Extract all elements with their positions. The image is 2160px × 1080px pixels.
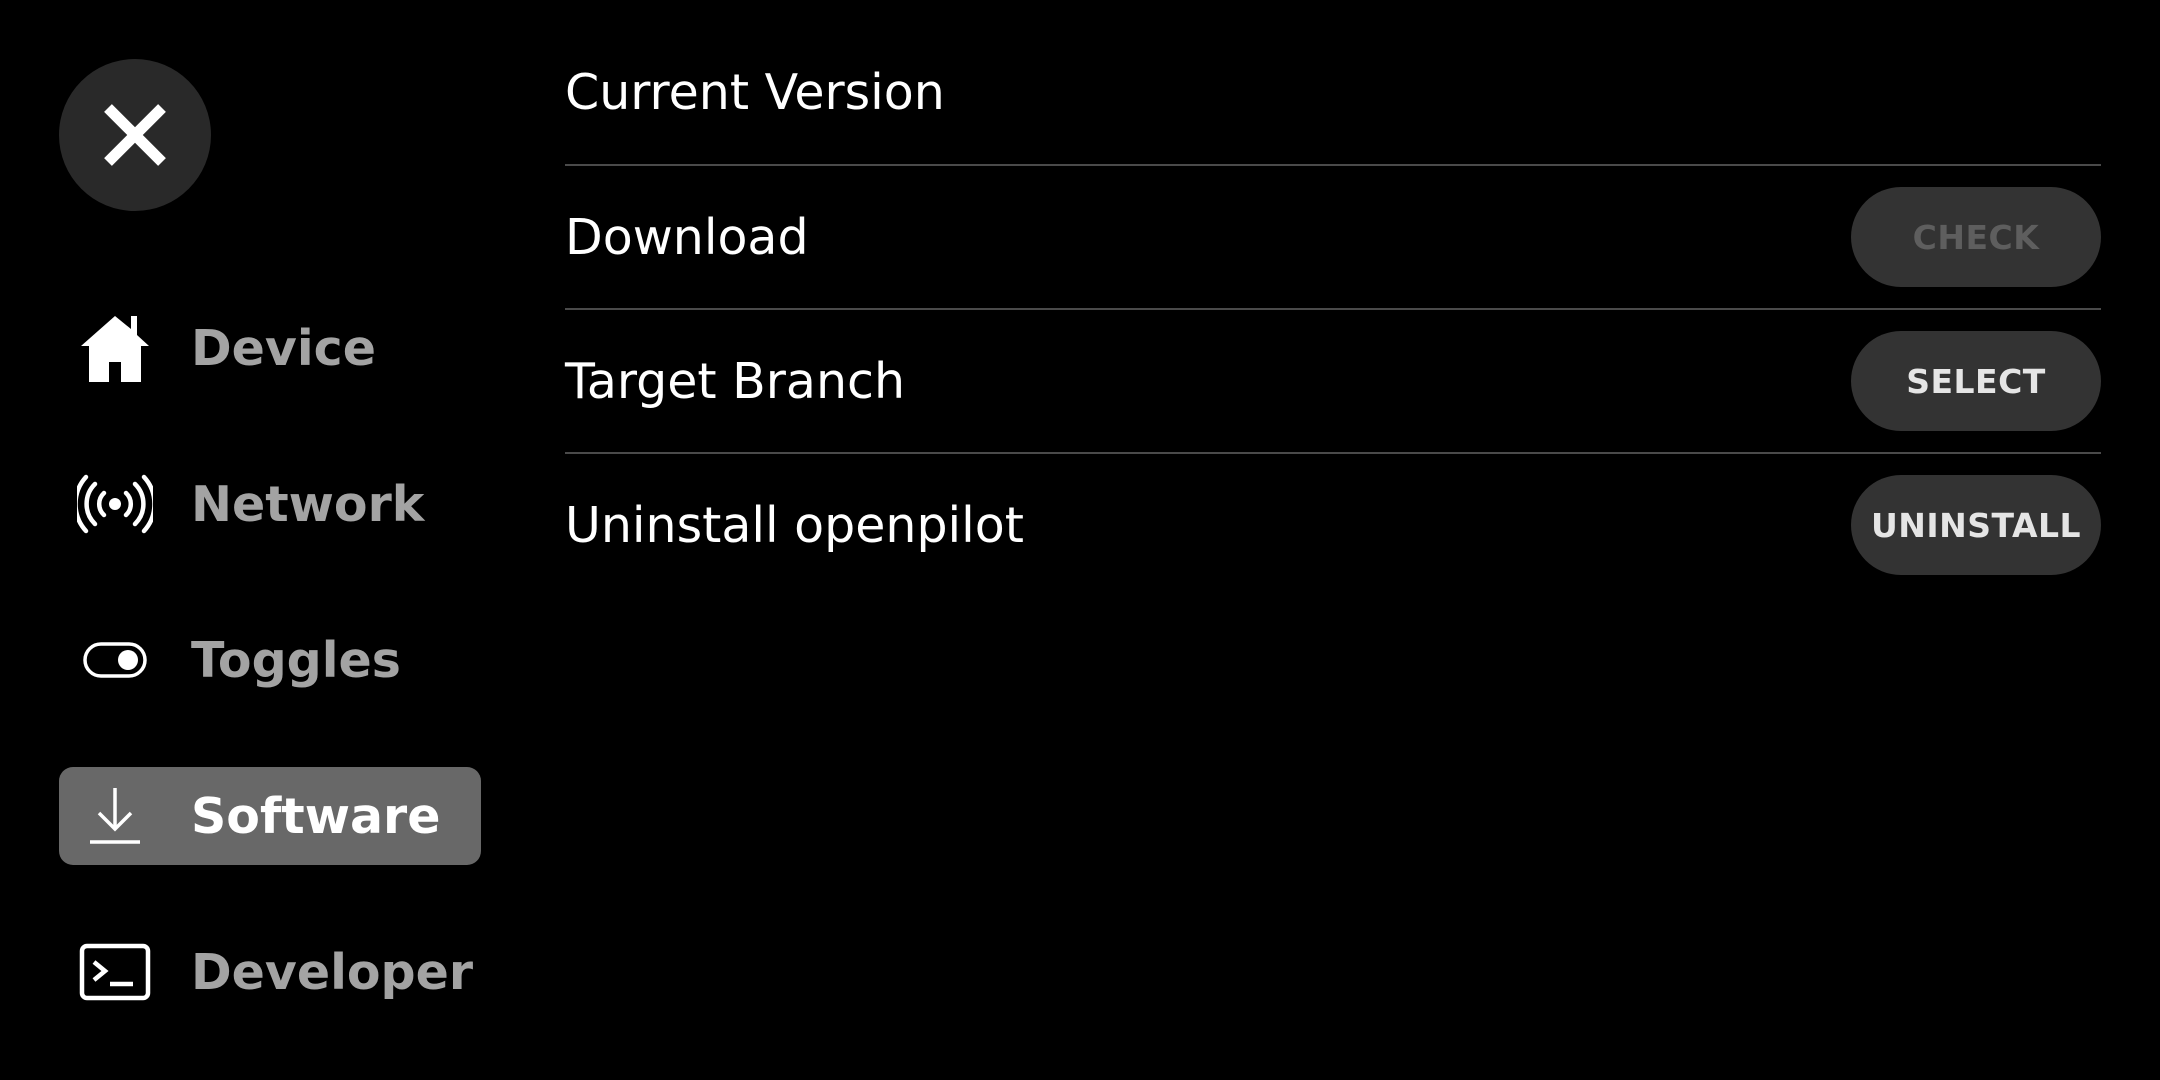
download-icon xyxy=(75,776,155,856)
sidebar: Device Network Toggles Software Develope… xyxy=(0,0,520,1080)
target-branch-row: Target Branch SELECT xyxy=(565,308,2101,452)
terminal-icon xyxy=(75,932,155,1012)
current-version-label: Current Version xyxy=(565,63,945,121)
sidebar-item-label: Device xyxy=(191,319,376,377)
download-row: Download CHECK xyxy=(565,164,2101,308)
home-icon xyxy=(75,308,155,388)
check-button[interactable]: CHECK xyxy=(1851,187,2101,287)
uninstall-row: Uninstall openpilot UNINSTALL xyxy=(565,452,2101,596)
sidebar-item-developer[interactable]: Developer xyxy=(59,923,481,1021)
sidebar-item-label: Developer xyxy=(191,943,474,1001)
sidebar-item-label: Software xyxy=(191,787,441,845)
sidebar-item-label: Network xyxy=(191,475,425,533)
sidebar-item-software[interactable]: Software xyxy=(59,767,481,865)
current-version-row: Current Version xyxy=(565,20,2101,164)
close-icon xyxy=(104,104,166,166)
select-branch-button[interactable]: SELECT xyxy=(1851,331,2101,431)
sidebar-item-device[interactable]: Device xyxy=(59,299,481,397)
download-label: Download xyxy=(565,208,809,266)
sidebar-item-network[interactable]: Network xyxy=(59,455,481,553)
uninstall-button[interactable]: UNINSTALL xyxy=(1851,475,2101,575)
wifi-broadcast-icon xyxy=(75,464,155,544)
target-branch-label: Target Branch xyxy=(565,352,906,410)
sidebar-item-toggles[interactable]: Toggles xyxy=(59,611,481,709)
software-settings-panel: Current Version Download CHECK Target Br… xyxy=(565,20,2101,596)
uninstall-label: Uninstall openpilot xyxy=(565,496,1024,554)
sidebar-item-label: Toggles xyxy=(191,631,401,689)
close-button[interactable] xyxy=(59,59,211,211)
toggle-icon xyxy=(75,620,155,700)
